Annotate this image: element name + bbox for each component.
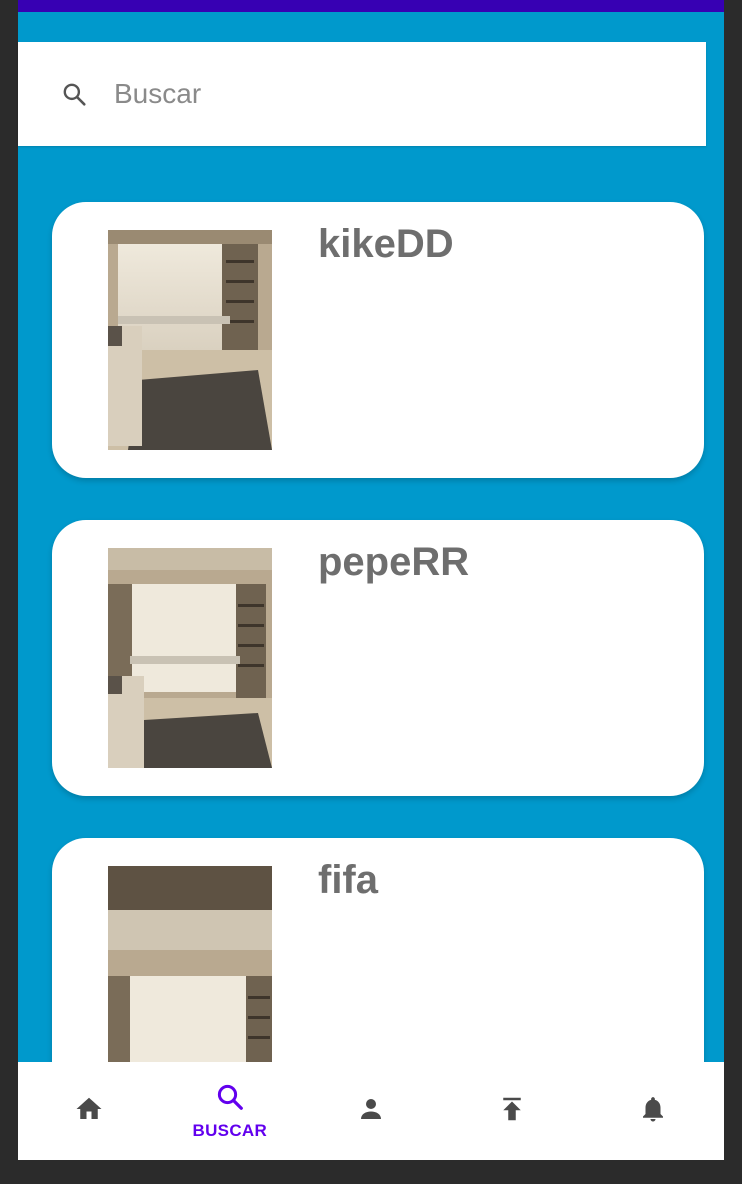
user-name: fifa [318,858,378,902]
nav-home[interactable] [18,1062,159,1160]
list-item[interactable]: kikeDD [52,202,704,478]
list-item[interactable]: pepeRR [52,520,704,796]
nav-search[interactable]: BUSCAR [159,1062,300,1160]
search-icon [60,80,88,108]
status-bar [18,0,724,12]
search-icon [215,1082,245,1117]
nav-search-label: BUSCAR [192,1120,268,1140]
user-name: kikeDD [318,222,454,266]
bottom-navigation: BUSCAR [18,1062,724,1160]
home-icon [74,1094,104,1129]
nav-profile[interactable] [300,1062,441,1160]
list-item[interactable]: fifa [52,838,704,1062]
bell-icon [638,1094,668,1129]
room-photo [108,230,272,450]
upload-icon [497,1094,527,1129]
nav-upload[interactable] [442,1062,583,1160]
list-layer: kikeDD pepeRR fifa [18,0,724,1160]
results-list[interactable]: kikeDD pepeRR fifa [18,146,724,1062]
person-icon [356,1094,386,1129]
user-name: pepeRR [318,540,470,584]
room-photo [108,866,272,1062]
search-bar[interactable] [18,42,706,146]
device-frame-bottom [0,1160,742,1184]
room-photo [108,548,272,768]
nav-notifications[interactable] [583,1062,724,1160]
search-input[interactable] [114,78,614,110]
